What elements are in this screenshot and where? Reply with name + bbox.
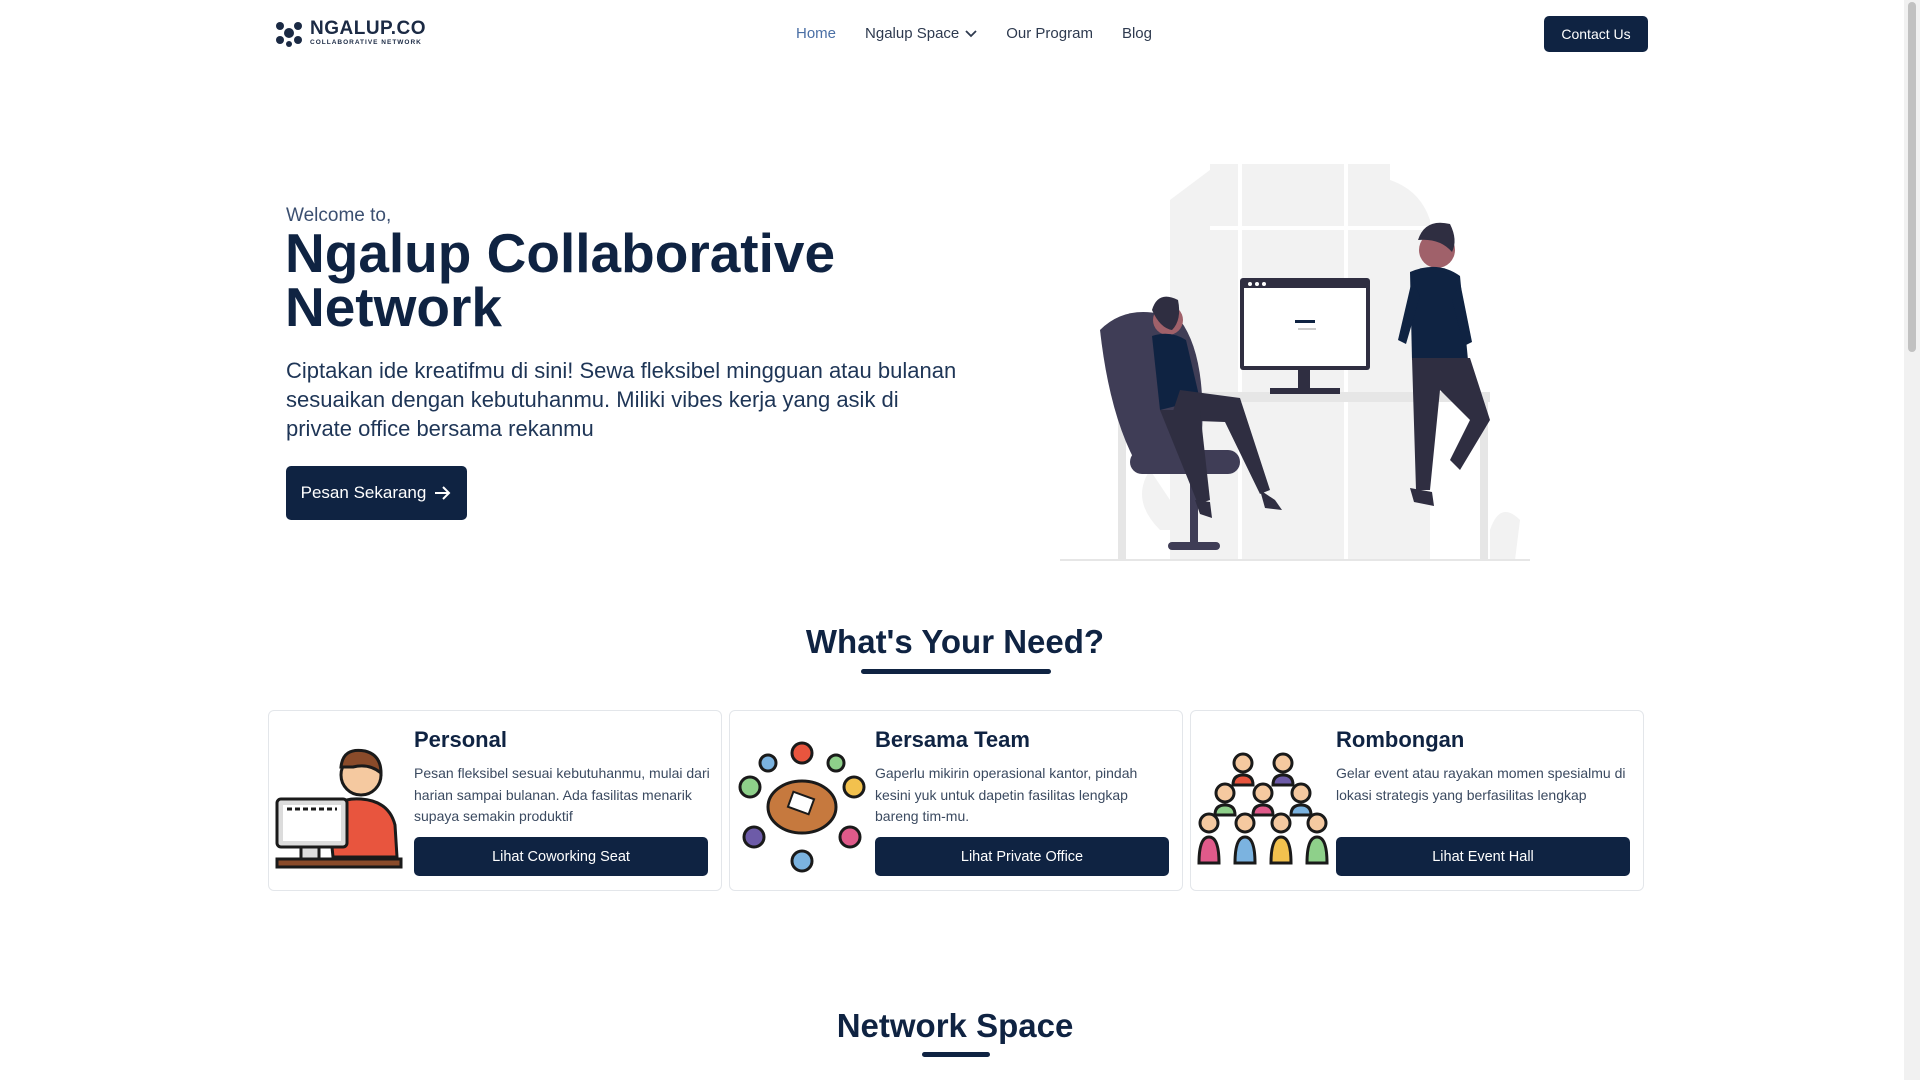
coworking-illustration bbox=[1060, 164, 1530, 561]
need-card-team: Bersama Team Gaperlu mikirin operasional… bbox=[729, 710, 1183, 891]
nav-our-program[interactable]: Our Program bbox=[1006, 25, 1093, 42]
arrow-right-icon bbox=[435, 486, 451, 500]
group-crowd-icon bbox=[1197, 752, 1329, 865]
needs-title-underline bbox=[861, 669, 1051, 674]
order-now-button[interactable]: Pesan Sekarang bbox=[286, 466, 467, 520]
card-title: Personal bbox=[414, 727, 507, 752]
card-title: Bersama Team bbox=[875, 727, 1030, 752]
brand-tagline: COLLABORATIVE NETWORK bbox=[310, 39, 422, 47]
card-title: Rombongan bbox=[1336, 727, 1465, 752]
view-event-hall-button[interactable]: Lihat Event Hall bbox=[1336, 837, 1630, 876]
card-description: Gaperlu mikirin operasional kantor, pind… bbox=[875, 765, 1138, 824]
order-now-label: Pesan Sekarang bbox=[300, 483, 427, 502]
person-computer-icon bbox=[275, 748, 403, 869]
view-private-office-button[interactable]: Lihat Private Office bbox=[875, 837, 1169, 876]
team-meeting-icon bbox=[738, 741, 866, 873]
nav-ngalup-space[interactable]: Ngalup Space bbox=[865, 25, 977, 42]
nav-home[interactable]: Home bbox=[796, 25, 836, 42]
hero-description: Ciptakan ide kreatifmu di sini! Sewa fle… bbox=[286, 358, 957, 441]
view-coworking-seat-button[interactable]: Lihat Coworking Seat bbox=[414, 837, 708, 876]
network-space-title: Network Space bbox=[836, 1007, 1074, 1044]
brand-logo[interactable]: NGALUP.CO COLLABORATIVE NETWORK bbox=[274, 18, 426, 48]
page-scrollbar[interactable] bbox=[1904, 0, 1920, 1080]
card-description: Pesan fleksibel sesuai kebutuhanmu, mula… bbox=[414, 765, 710, 824]
contact-us-button[interactable]: Contact Us bbox=[1544, 16, 1648, 52]
scrollbar-thumb[interactable] bbox=[1908, 2, 1916, 352]
chevron-down-icon bbox=[965, 29, 977, 37]
main-nav: Home Ngalup Space Our Program Blog bbox=[796, 25, 1181, 42]
hero-title: Ngalup Collaborative Network bbox=[285, 222, 836, 338]
needs-title: What's Your Need? bbox=[805, 623, 1105, 660]
nav-ngalup-space-label: Ngalup Space bbox=[865, 25, 960, 42]
navbar: NGALUP.CO COLLABORATIVE NETWORK Home Nga… bbox=[0, 0, 1904, 70]
nav-blog[interactable]: Blog bbox=[1122, 25, 1152, 42]
card-description: Gelar event atau rayakan momen spesialmu… bbox=[1336, 765, 1626, 803]
logo-icon bbox=[276, 22, 302, 47]
brand-name: NGALUP.CO bbox=[310, 18, 427, 40]
need-card-personal: Personal Pesan fleksibel sesuai kebutuha… bbox=[268, 710, 722, 891]
need-card-group: Rombongan Gelar event atau rayakan momen… bbox=[1190, 710, 1644, 891]
network-space-underline bbox=[922, 1052, 990, 1057]
